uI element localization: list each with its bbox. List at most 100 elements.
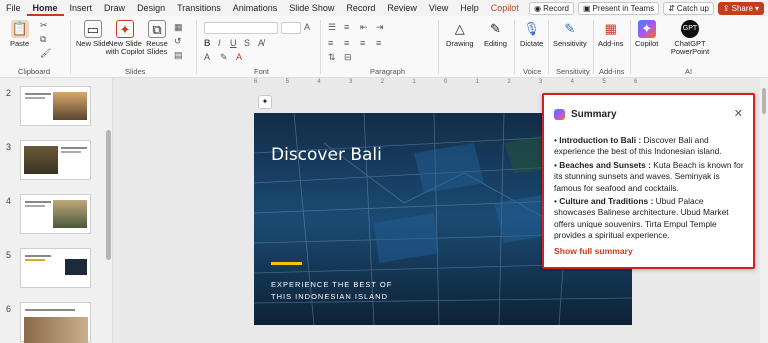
thumbnail-item[interactable]: 4	[0, 194, 112, 238]
slide-thumbnail[interactable]	[20, 140, 91, 180]
ruler-tick: 5	[285, 79, 289, 85]
tab-view[interactable]: View	[423, 0, 454, 16]
tab-help[interactable]: Help	[454, 0, 485, 16]
reuse-slides-icon: ⧉	[148, 20, 166, 38]
slide-thumbnail[interactable]	[20, 86, 91, 126]
clear-format-icon[interactable]: A̸	[258, 38, 264, 48]
underline-icon[interactable]: U	[230, 38, 237, 48]
new-slide-icon: ▭	[83, 20, 102, 38]
catch-up-icon: ⇵	[668, 3, 675, 13]
chatgpt-button[interactable]: GPT ChatGPT PowerPoint	[668, 20, 712, 56]
divider	[593, 20, 594, 74]
justify-icon[interactable]: ≡	[376, 38, 381, 48]
tab-design[interactable]: Design	[131, 0, 171, 16]
align-right-icon[interactable]: ≡	[360, 38, 365, 48]
dictate-label: Dictate	[520, 39, 544, 48]
canvas-scrollbar[interactable]	[760, 78, 768, 343]
slide-thumbnail[interactable]	[20, 302, 91, 343]
tab-transitions[interactable]: Transitions	[171, 0, 227, 16]
editing-icon: ✎	[490, 21, 501, 36]
paste-button[interactable]: 📋 Paste	[10, 20, 29, 48]
text-effects-icon[interactable]: A	[204, 52, 210, 62]
tab-insert[interactable]: Insert	[64, 0, 99, 16]
thumbnail-text-line	[61, 147, 87, 149]
copilot-button[interactable]: ✦ Copilot	[635, 20, 658, 48]
tab-record[interactable]: Record	[340, 0, 381, 16]
copilot-icon[interactable]: ✦	[258, 95, 272, 109]
tab-review[interactable]: Review	[381, 0, 423, 16]
summary-item-label: Introduction to Bali :	[559, 135, 642, 145]
thumbnail-item[interactable]: 5	[0, 248, 112, 292]
present-teams-button[interactable]: ▣ Present in Teams	[577, 1, 660, 15]
new-slide-copilot-button[interactable]: ✦ New Slide with Copilot	[103, 20, 147, 56]
addins-button[interactable]: ▦ Add-ins	[598, 20, 623, 48]
thumbnail-item[interactable]: 3	[0, 140, 112, 184]
record-button[interactable]: ◉ Record	[529, 1, 574, 15]
highlight-icon[interactable]: ✎	[220, 52, 228, 63]
thumbnail-number: 4	[6, 196, 12, 206]
sensitivity-label: Sensitivity	[553, 39, 587, 48]
copilot-icon	[554, 109, 565, 120]
slide-subtitle[interactable]: EXPERIENCE THE BEST OF THIS INDONESIAN I…	[271, 279, 392, 303]
increase-indent-icon[interactable]: ⇥	[376, 22, 384, 33]
thumbnail-text-line	[61, 151, 81, 153]
tab-copilot[interactable]: Copilot	[485, 0, 525, 16]
thumbnail-item[interactable]: 2	[0, 86, 112, 130]
microphone-icon: 🎙	[523, 21, 540, 36]
align-center-icon[interactable]: ≡	[344, 38, 349, 48]
scrollbar-thumb[interactable]	[762, 88, 766, 114]
cut-icon[interactable]: ✂	[40, 20, 48, 31]
summary-body: • Introduction to Bali : Discover Bali a…	[554, 135, 744, 243]
record-label: Record	[543, 3, 569, 13]
editing-label: Editing	[484, 39, 507, 48]
drawing-button[interactable]: △ Drawing	[446, 20, 474, 48]
section-icon[interactable]: ▤	[174, 50, 183, 61]
dictate-button[interactable]: 🎙 Dictate	[520, 20, 543, 48]
close-icon[interactable]: ✕	[734, 107, 743, 120]
divider	[320, 20, 321, 74]
reuse-slides-button[interactable]: ⧉ Reuse Slides	[146, 20, 168, 56]
show-full-summary-link[interactable]: Show full summary	[554, 246, 633, 256]
summary-item: • Introduction to Bali : Discover Bali a…	[554, 135, 722, 157]
addins-label: Add-ins	[598, 39, 624, 48]
divider	[438, 20, 439, 74]
grow-font-icon[interactable]: A	[304, 22, 310, 32]
thumbnail-number: 5	[6, 250, 12, 260]
ruler-tick: 6	[634, 79, 638, 85]
decrease-indent-icon[interactable]: ⇤	[360, 22, 368, 33]
thumbnails-scrollbar[interactable]	[106, 130, 111, 260]
slide-title[interactable]: Discover Bali	[271, 145, 382, 165]
editing-button[interactable]: ✎ Editing	[484, 20, 507, 48]
ruler-tick: 2	[380, 79, 384, 85]
slide-thumbnail[interactable]	[20, 194, 91, 234]
share-button[interactable]: ⇪ Share ▾	[717, 1, 764, 15]
slide-thumbnail[interactable]	[20, 248, 91, 288]
font-size-field[interactable]	[281, 22, 301, 34]
catch-up-button[interactable]: ⇵ Catch up	[663, 1, 714, 15]
tab-draw[interactable]: Draw	[98, 0, 131, 16]
font-name-field[interactable]	[204, 22, 278, 34]
tab-file[interactable]: File	[0, 0, 27, 16]
thumbnail-item[interactable]: 6	[0, 302, 112, 343]
sensitivity-button[interactable]: ✎ Sensitivity	[553, 20, 587, 48]
strikethrough-icon[interactable]: S	[244, 38, 250, 48]
format-painter-icon[interactable]: 🖌	[40, 48, 51, 59]
align-left-icon[interactable]: ≡	[328, 38, 333, 48]
bold-icon[interactable]: B	[204, 38, 211, 48]
text-direction-icon[interactable]: ⇅	[328, 52, 336, 63]
thumbnail-number: 3	[6, 142, 12, 152]
reset-icon[interactable]: ↺	[174, 36, 182, 47]
italic-icon[interactable]: I	[218, 38, 221, 48]
sensitivity-icon: ✎	[564, 21, 576, 36]
bullets-icon[interactable]: ☰	[328, 22, 336, 33]
tab-animations[interactable]: Animations	[227, 0, 284, 16]
divider	[630, 20, 631, 74]
align-text-icon[interactable]: ⊟	[344, 52, 352, 63]
font-color-icon[interactable]: A	[236, 52, 242, 62]
tab-home[interactable]: Home	[26, 0, 64, 16]
layout-icon[interactable]: ▦	[174, 22, 183, 33]
numbering-icon[interactable]: ≡	[344, 22, 349, 32]
thumbnail-text-line	[25, 93, 51, 95]
copy-icon[interactable]: ⧉	[40, 34, 46, 45]
tab-slide-show[interactable]: Slide Show	[283, 0, 340, 16]
